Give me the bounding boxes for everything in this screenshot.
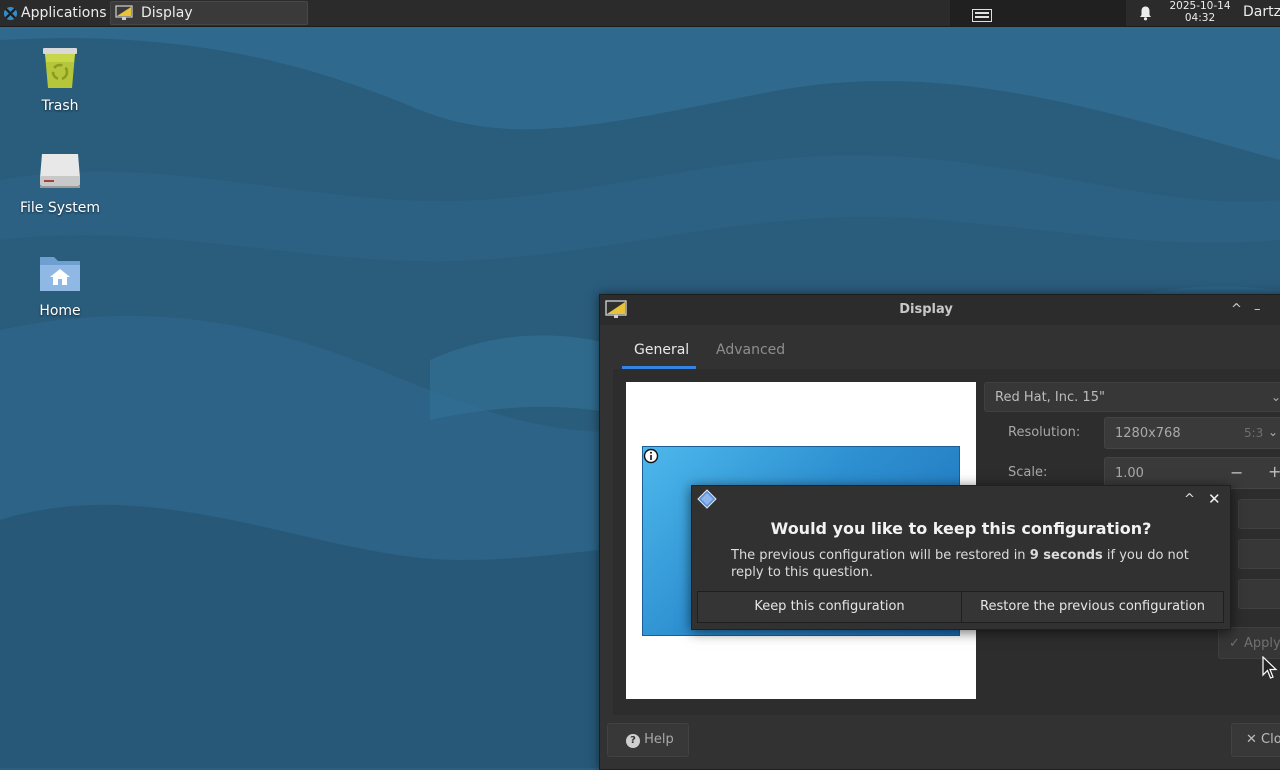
restore-configuration-button[interactable]: Restore the previous configuration [961, 591, 1224, 623]
info-icon[interactable] [643, 448, 659, 464]
clock-date: 2025-10-14 [1169, 0, 1231, 12]
check-icon: ✓ [1229, 636, 1245, 651]
settings-tabs: General Advanced [613, 329, 1280, 370]
taskbar-item-display[interactable]: Display [110, 1, 308, 25]
help-button[interactable]: ? Help [607, 723, 689, 757]
drive-icon [40, 154, 80, 188]
tab-general[interactable]: General [634, 342, 689, 358]
refresh-rate-select[interactable]: ⌄ [1238, 499, 1280, 529]
dialog-message: The previous configuration will be resto… [731, 547, 1211, 581]
apply-button[interactable]: ✓ Apply [1218, 627, 1280, 659]
top-panel: Applications ⁝ Display 2025-10-14 04:32 … [0, 0, 1280, 27]
trash-icon [43, 48, 77, 88]
display-settings-icon [115, 5, 133, 20]
keep-configuration-dialog: ^ ✕ Would you like to keep this configur… [691, 485, 1231, 630]
user-menu[interactable]: Dartz [1243, 4, 1280, 20]
resolution-label: Resolution: [1008, 425, 1081, 440]
mouse-cursor-icon [1262, 656, 1278, 679]
applications-label: Applications [21, 5, 107, 21]
desktop-icon-label: Home [39, 303, 81, 319]
dialog-shade-button[interactable]: ^ [1184, 492, 1195, 507]
home-folder-icon [40, 257, 80, 291]
reflection-select[interactable]: ⌄ [1238, 579, 1280, 609]
resolution-value: 1280x768 [1115, 426, 1181, 441]
resolution-ratio: 5:3 [1244, 426, 1264, 440]
close-button[interactable]: ✕ Clo [1231, 723, 1280, 757]
dialog-app-icon [697, 489, 717, 509]
desktop-icon-label: Trash [41, 98, 79, 114]
panel-clock[interactable]: 2025-10-14 04:32 [1164, 0, 1236, 24]
keep-configuration-button[interactable]: Keep this configuration [697, 591, 962, 623]
clock-time: 04:32 [1184, 11, 1216, 24]
xfce-logo-icon [3, 6, 18, 20]
countdown-seconds: 9 seconds [1029, 548, 1103, 563]
monitor-select-value: Red Hat, Inc. 15" [995, 390, 1105, 405]
notification-bell-icon[interactable] [1138, 5, 1153, 21]
keyboard-layout-icon[interactable] [972, 9, 992, 22]
dialog-close-button[interactable]: ✕ [1208, 490, 1221, 508]
window-titlebar[interactable]: Display ^ – [600, 295, 1280, 325]
help-label: Help [644, 732, 674, 747]
chevron-down-icon: ⌄ [1268, 425, 1279, 439]
window-minimize-button[interactable]: – [1254, 302, 1261, 317]
tab-advanced[interactable]: Advanced [716, 342, 785, 358]
resolution-select[interactable]: 1280x768 5:3 ⌄ [1104, 417, 1280, 449]
help-icon: ? [626, 734, 640, 748]
scale-increase-button[interactable]: + [1268, 462, 1280, 481]
window-title: Display [899, 302, 953, 317]
taskbar-item-label: Display [141, 5, 193, 21]
monitor-select[interactable]: Red Hat, Inc. 15" ⌄ [984, 382, 1280, 412]
scale-value: 1.00 [1115, 466, 1144, 481]
applications-menu-button[interactable]: Applications ⁝ [0, 0, 115, 26]
desktop-icon-file-system[interactable]: File System [8, 148, 112, 216]
rotation-select[interactable]: ⌄ [1238, 539, 1280, 569]
apply-label: Apply [1244, 636, 1280, 651]
close-icon: ✕ [1246, 732, 1262, 747]
dialog-title: Would you like to keep this configuratio… [770, 519, 1152, 538]
desktop-icon-label: File System [19, 200, 101, 216]
close-label: Clo [1261, 732, 1280, 747]
chevron-down-icon: ⌄ [1271, 390, 1280, 404]
scale-label: Scale: [1008, 465, 1048, 480]
window-shade-button[interactable]: ^ [1231, 302, 1242, 317]
scale-decrease-button[interactable]: − [1230, 463, 1243, 482]
system-tray [950, 0, 1126, 26]
desktop-icon-trash[interactable]: Trash [8, 44, 112, 114]
desktop-icon-home[interactable]: Home [8, 251, 112, 319]
dialog-message-start: The previous configuration will be resto… [731, 548, 1030, 563]
